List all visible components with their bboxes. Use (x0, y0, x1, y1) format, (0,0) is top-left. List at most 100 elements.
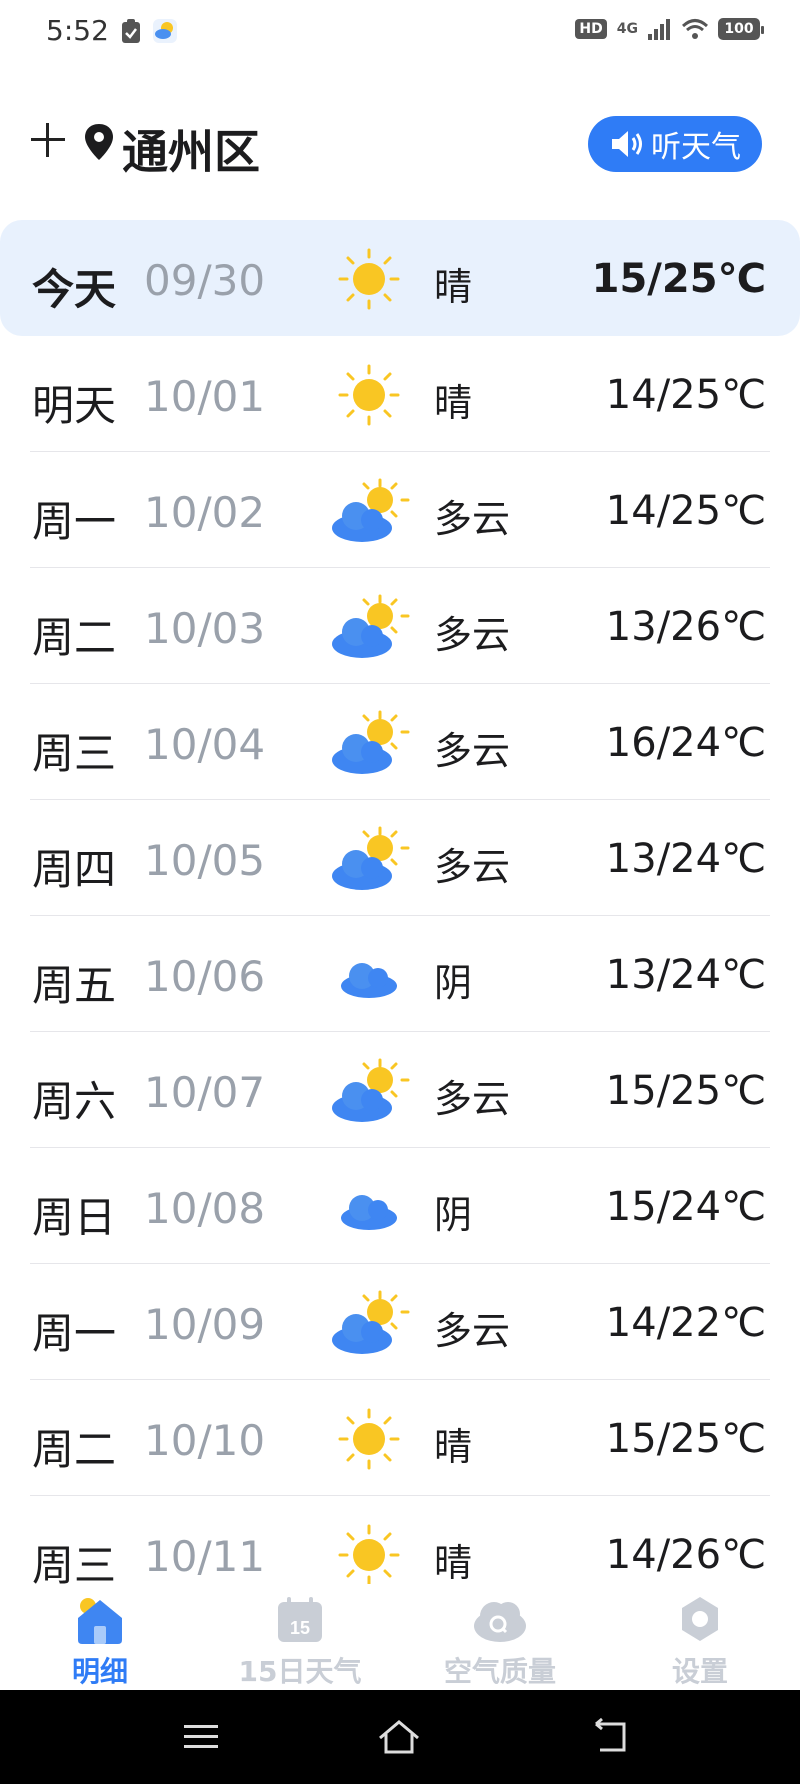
status-right-icons: HD 4G 100 (575, 18, 764, 40)
location-pin-icon (85, 124, 113, 160)
temperature-range: 16/24℃ (605, 720, 766, 766)
tab-details[interactable]: 明细 (10, 1594, 190, 1690)
forecast-row[interactable]: 周二 10/10 晴 15/25℃ (0, 1380, 800, 1496)
forecast-row[interactable]: 周六 10/07 多云 15/25℃ (0, 1032, 800, 1148)
menu-icon[interactable] (176, 1712, 226, 1762)
home-nav-icon[interactable] (374, 1712, 424, 1762)
date-label: 10/01 (144, 372, 266, 421)
cloud-icon (326, 1172, 412, 1242)
date-label: 09/30 (144, 256, 266, 305)
forecast-row[interactable]: 周二 10/03 多云 13/26℃ (0, 568, 800, 684)
partly-cloudy-icon (326, 476, 412, 546)
weather-condition: 晴 (434, 381, 473, 425)
temperature-range: 15/25℃ (605, 1416, 766, 1462)
date-label: 10/11 (144, 1532, 266, 1581)
city-name[interactable]: 通州区 (122, 116, 260, 182)
tab-15-day-label: 15日天气 (238, 1655, 362, 1688)
weather-condition: 多云 (434, 613, 511, 657)
partly-cloudy-icon (326, 708, 412, 778)
day-label: 周一 (32, 1309, 117, 1358)
forecast-row[interactable]: 周四 10/05 多云 13/24℃ (0, 800, 800, 916)
weather-condition: 晴 (434, 1425, 473, 1469)
calendar-icon: 15 (278, 1597, 322, 1642)
listen-weather-button[interactable]: 听天气 (588, 116, 762, 172)
home-icon (78, 1598, 122, 1644)
network-type: 4G (616, 21, 638, 37)
day-label: 周四 (32, 845, 117, 894)
date-label: 10/06 (144, 952, 266, 1001)
temperature-range: 15/24℃ (605, 1184, 766, 1230)
speaker-icon (612, 131, 642, 157)
weather-condition: 晴 (434, 1541, 473, 1585)
date-label: 10/02 (144, 488, 266, 537)
forecast-row[interactable]: 周一 10/09 多云 14/22℃ (0, 1264, 800, 1380)
add-city-button[interactable] (28, 120, 68, 160)
forecast-row[interactable]: 周日 10/08 阴 15/24℃ (0, 1148, 800, 1264)
temperature-range: 14/25℃ (605, 372, 766, 418)
temperature-range: 13/24℃ (605, 952, 766, 998)
temperature-range: 14/26℃ (605, 1532, 766, 1578)
weather-condition: 多云 (434, 497, 511, 541)
tab-air-quality[interactable]: 空气质量 (410, 1594, 590, 1690)
temperature-range: 15/25℃ (591, 256, 766, 302)
battery-icon: 100 (718, 18, 764, 40)
day-label: 明天 (32, 381, 117, 430)
day-label: 周一 (32, 497, 117, 546)
forecast-row[interactable]: 周三 10/04 多云 16/24℃ (0, 684, 800, 800)
sun-icon (326, 244, 412, 314)
day-label: 周日 (32, 1193, 117, 1242)
date-label: 10/09 (144, 1300, 266, 1349)
air-quality-icon (474, 1602, 526, 1642)
temperature-range: 13/26℃ (605, 604, 766, 650)
tab-settings[interactable]: 设置 (610, 1594, 790, 1690)
tab-air-quality-label: 空气质量 (443, 1655, 556, 1688)
calendar-number: 15 (290, 1618, 310, 1638)
forecast-row[interactable]: 周五 10/06 阴 13/24℃ (0, 916, 800, 1032)
status-time: 5:52 (46, 14, 109, 47)
date-label: 10/03 (144, 604, 266, 653)
day-label: 今天 (32, 265, 117, 314)
cloud-icon (326, 940, 412, 1010)
weather-condition: 多云 (434, 845, 511, 889)
forecast-row[interactable]: 周一 10/02 多云 14/25℃ (0, 452, 800, 568)
date-label: 10/05 (144, 836, 266, 885)
weather-condition: 阴 (434, 961, 473, 1005)
partly-cloudy-icon (326, 1056, 412, 1126)
wifi-icon (682, 19, 708, 39)
forecast-row[interactable]: 明天 10/01 晴 14/25℃ (0, 336, 800, 452)
temperature-range: 13/24℃ (605, 836, 766, 882)
back-icon[interactable] (586, 1712, 636, 1762)
tab-15-day[interactable]: 15 15日天气 (210, 1594, 390, 1690)
weather-condition: 阴 (434, 1193, 473, 1237)
signal-icon (648, 19, 670, 40)
day-label: 周二 (32, 613, 117, 662)
partly-cloudy-icon (326, 592, 412, 662)
status-left-icons (120, 18, 178, 44)
day-label: 周二 (32, 1425, 117, 1474)
sun-icon (326, 360, 412, 430)
weather-condition: 多云 (434, 729, 511, 773)
bottom-nav: 明细 15 15日天气 空气质量 设置 (0, 1584, 800, 1690)
settings-icon (682, 1597, 718, 1641)
listen-weather-label: 听天气 (651, 130, 741, 165)
weather-condition: 晴 (434, 265, 473, 309)
sun-icon (326, 1404, 412, 1474)
forecast-list: 今天 09/30 晴 15/25℃ 明天 10/01 晴 14/25℃ 周一 10/02 多云 14/… (0, 220, 800, 1612)
sun-icon (326, 1520, 412, 1590)
day-label: 周三 (32, 729, 117, 778)
partly-cloudy-icon (326, 1288, 412, 1358)
day-label: 周五 (32, 961, 117, 1010)
forecast-row-today[interactable]: 今天 09/30 晴 15/25℃ (0, 220, 800, 336)
weather-condition: 多云 (434, 1309, 511, 1353)
date-label: 10/07 (144, 1068, 266, 1117)
system-nav-bar (0, 1690, 800, 1784)
date-label: 10/08 (144, 1184, 266, 1233)
temperature-range: 15/25℃ (605, 1068, 766, 1114)
temperature-range: 14/25℃ (605, 488, 766, 534)
weather-app-icon (153, 19, 177, 43)
tab-settings-label: 设置 (671, 1655, 728, 1688)
date-label: 10/10 (144, 1416, 266, 1465)
clipboard-check-icon (122, 19, 140, 43)
day-label: 周六 (32, 1077, 117, 1126)
weather-condition: 多云 (434, 1077, 511, 1121)
